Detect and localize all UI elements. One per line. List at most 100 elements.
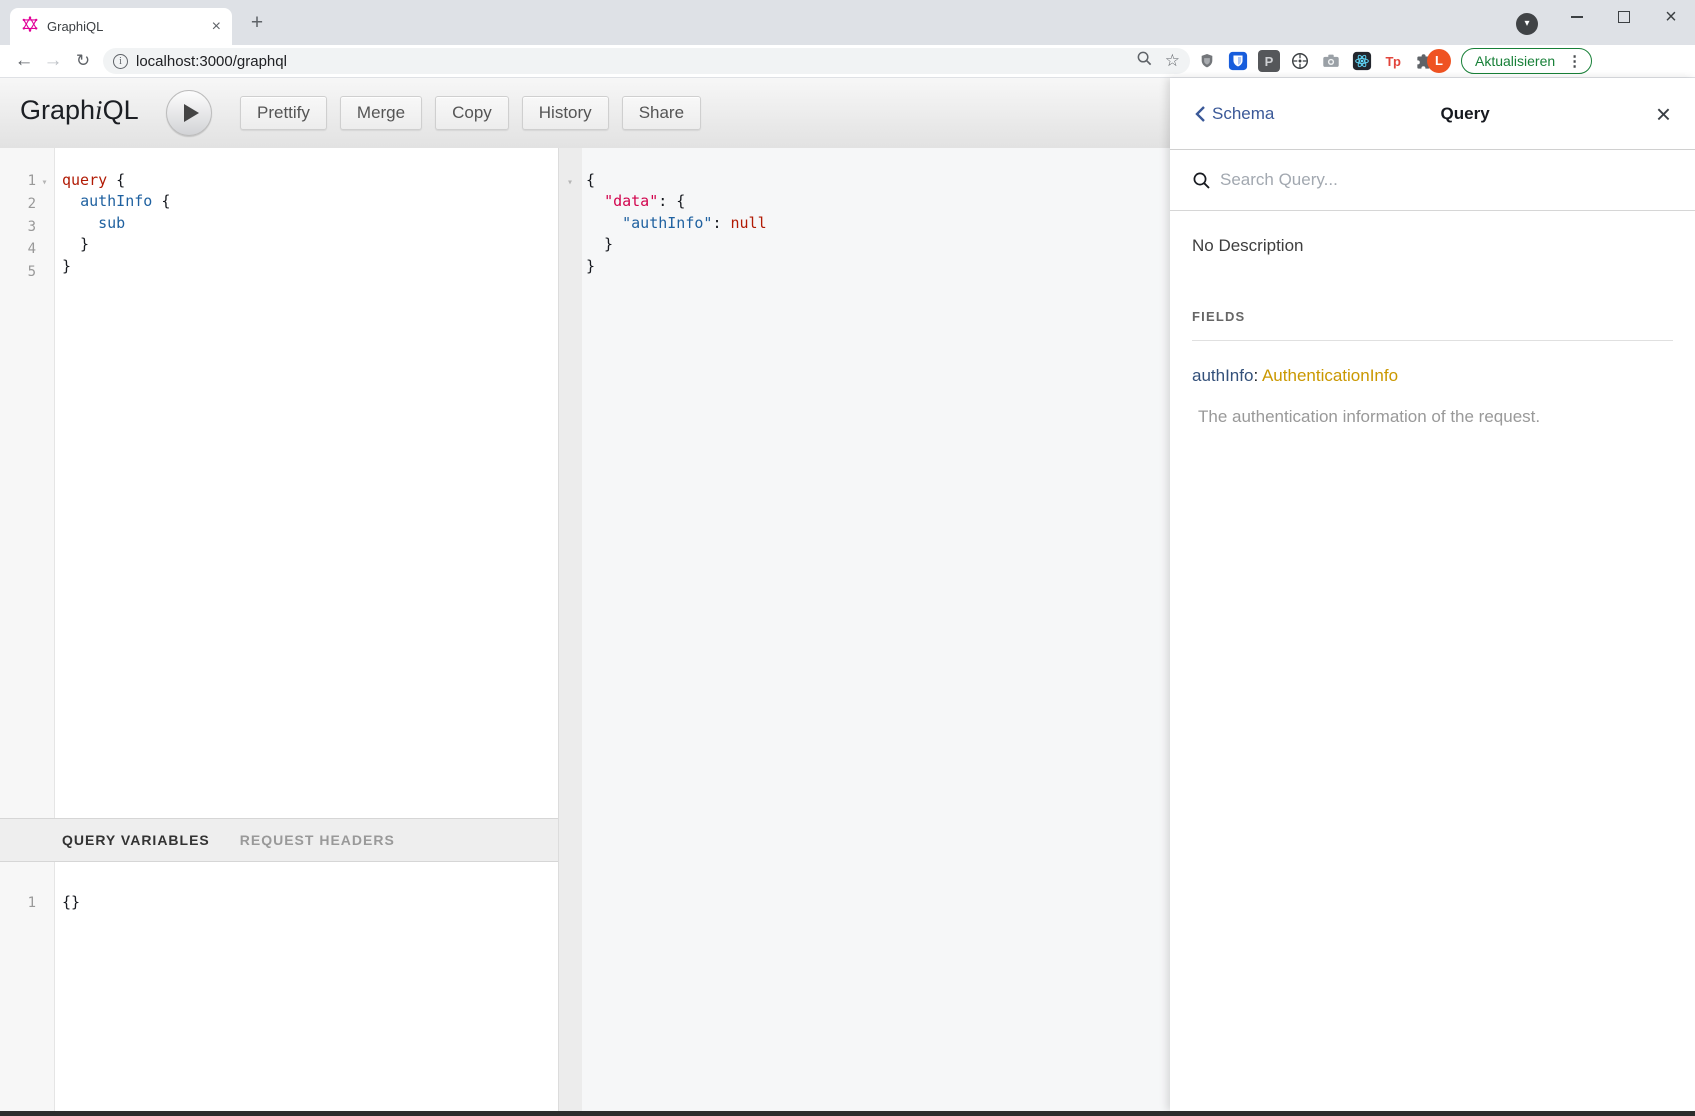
taskbar-edge — [0, 1111, 1695, 1116]
toolbar-buttons: Prettify Merge Copy History Share — [240, 96, 701, 130]
field-type-link[interactable]: AuthenticationInfo — [1262, 366, 1398, 385]
address-bar[interactable]: i localhost:3000/graphql ☆ — [103, 48, 1190, 74]
copy-button[interactable]: Copy — [435, 96, 509, 130]
extensions-row: P Tp — [1196, 49, 1435, 73]
zoom-icon[interactable] — [1136, 50, 1153, 72]
code-line: sub — [62, 213, 170, 234]
maximize-icon — [1618, 11, 1630, 23]
search-placeholder: Search Query... — [1220, 170, 1338, 190]
bookmark-star-icon[interactable]: ☆ — [1165, 48, 1180, 74]
tab-close-icon[interactable]: × — [209, 19, 224, 35]
result-fold-gutter: ▾ — [559, 148, 582, 1111]
docs-close-icon[interactable]: × — [1656, 104, 1671, 124]
code-line: } — [586, 256, 767, 277]
gutter-line: ▾ — [559, 170, 582, 193]
window-minimize-button[interactable] — [1562, 4, 1592, 30]
merge-button[interactable]: Merge — [340, 96, 422, 130]
gutter-line: 1 — [0, 892, 54, 914]
field-name-link[interactable]: authInfo — [1192, 366, 1253, 385]
gutter-line: 1▾ — [0, 170, 54, 193]
docs-content: No Description FIELDS authInfo: Authenti… — [1170, 211, 1695, 427]
search-icon — [1192, 171, 1211, 190]
graphiql-topbar: GraphiQL Prettify Merge Copy History Sha… — [0, 78, 1170, 149]
doc-explorer: Schema Query × Search Query... No Descri… — [1170, 78, 1695, 1111]
reload-button[interactable]: ↻ — [70, 45, 96, 77]
play-icon — [184, 104, 199, 122]
tab-request-headers[interactable]: REQUEST HEADERS — [240, 832, 395, 848]
gutter-line: 2 — [0, 193, 54, 215]
logo-italic-i: i — [95, 95, 103, 125]
line-number: 1 — [0, 171, 36, 192]
update-button[interactable]: Aktualisieren ⋮ — [1461, 48, 1592, 74]
p-extension-icon[interactable]: P — [1258, 50, 1280, 72]
code-line: } — [62, 256, 170, 277]
site-info-icon[interactable]: i — [113, 54, 128, 69]
code-line: authInfo { — [62, 191, 170, 212]
doc-explorer-header: Schema Query × — [1170, 78, 1695, 150]
browser-window: GraphiQL × + ▾ × ← → ↻ i localhost:3000/… — [0, 0, 1695, 1116]
gutter-line: 3 — [0, 216, 54, 238]
window-close-button[interactable]: × — [1656, 4, 1686, 30]
docs-back-label: Schema — [1212, 104, 1274, 124]
update-button-label: Aktualisieren — [1475, 53, 1555, 69]
bitwarden-extension-icon[interactable] — [1227, 50, 1249, 72]
variables-editor[interactable]: 1 {} — [0, 862, 558, 1111]
crosshair-extension-icon[interactable] — [1289, 50, 1311, 72]
graphql-favicon-icon — [22, 16, 38, 37]
logo-text: Graph — [20, 95, 95, 125]
prettify-button[interactable]: Prettify — [240, 96, 327, 130]
tab-query-variables[interactable]: QUERY VARIABLES — [62, 832, 210, 848]
code-line: query { — [62, 170, 170, 191]
field-separator: : — [1253, 366, 1262, 385]
fold-arrow-icon[interactable]: ▾ — [559, 172, 581, 193]
fields-divider — [1192, 340, 1673, 341]
tab-title: GraphiQL — [47, 19, 209, 34]
query-editor-gutter: 1▾2345 — [0, 148, 55, 818]
gutter-line: 4 — [0, 238, 54, 260]
line-number: 1 — [0, 893, 36, 914]
execute-button[interactable] — [166, 90, 212, 136]
graphiql-app: GraphiQL Prettify Merge Copy History Sha… — [0, 78, 1695, 1111]
browser-toolbar: ← → ↻ i localhost:3000/graphql ☆ P — [0, 45, 1695, 78]
variables-editor-gutter: 1 — [0, 862, 55, 1111]
result-pane: ▾ { "data": { "authInfo": null }} — [558, 148, 1170, 1111]
field-item: authInfo: AuthenticationInfo — [1192, 366, 1673, 386]
docs-back-link[interactable]: Schema — [1194, 104, 1274, 124]
camera-extension-icon[interactable] — [1320, 50, 1342, 72]
docs-search-box[interactable]: Search Query... — [1170, 150, 1695, 211]
browser-tab-graphiql[interactable]: GraphiQL × — [10, 8, 232, 45]
tab-strip: GraphiQL × + ▾ × — [0, 0, 1695, 45]
code-line: {} — [62, 892, 80, 913]
logo-text-ql: QL — [103, 95, 139, 125]
line-number: 4 — [0, 239, 36, 260]
tp-extension-icon[interactable]: Tp — [1382, 50, 1404, 72]
window-maximize-button[interactable] — [1609, 4, 1639, 30]
chevron-down-icon: ▾ — [1524, 18, 1529, 29]
share-button[interactable]: Share — [622, 96, 701, 130]
ublock-extension-icon[interactable] — [1196, 50, 1218, 72]
line-number: 2 — [0, 194, 36, 215]
forward-button[interactable]: → — [40, 45, 66, 77]
result-json: { "data": { "authInfo": null }} — [582, 148, 767, 1111]
fold-arrow-icon[interactable]: ▾ — [36, 172, 53, 193]
browser-menu-icon[interactable]: ⋮ — [1567, 52, 1582, 70]
graphiql-logo: GraphiQL — [20, 95, 139, 126]
profile-avatar[interactable]: L — [1427, 49, 1451, 73]
code-line: } — [62, 234, 170, 255]
react-devtools-extension-icon[interactable] — [1351, 50, 1373, 72]
new-tab-button[interactable]: + — [244, 10, 270, 36]
tab-search-button[interactable]: ▾ — [1516, 13, 1538, 35]
code-line: "data": { — [586, 191, 767, 212]
query-editor[interactable]: 1▾2345 query { authInfo { sub }} — [0, 148, 558, 818]
history-button[interactable]: History — [522, 96, 609, 130]
variables-editor-code[interactable]: {} — [55, 862, 80, 1111]
query-editor-code[interactable]: query { authInfo { sub }} — [55, 148, 170, 818]
no-description-text: No Description — [1192, 236, 1673, 256]
url-text[interactable]: localhost:3000/graphql — [136, 53, 287, 70]
line-number: 3 — [0, 217, 36, 238]
code-line: { — [586, 170, 767, 191]
result-viewer[interactable]: ▾ { "data": { "authInfo": null }} — [559, 148, 1170, 1111]
back-button[interactable]: ← — [11, 45, 37, 77]
code-line: "authInfo": null — [586, 213, 767, 234]
minimize-icon — [1571, 16, 1583, 18]
